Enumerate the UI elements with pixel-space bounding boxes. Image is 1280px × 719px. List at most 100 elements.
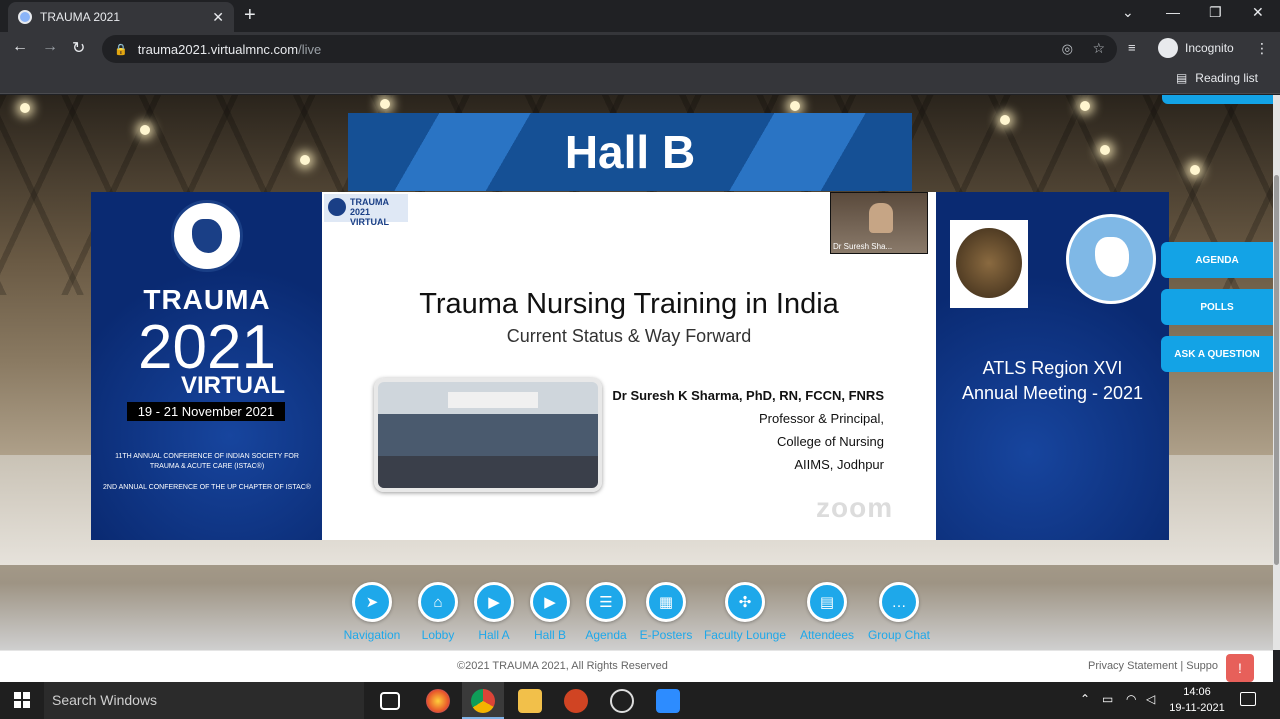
slide-title: Trauma Nursing Training in India	[419, 288, 839, 320]
dock-label: Attendees	[799, 628, 855, 642]
ceiling-light	[140, 125, 150, 135]
dock-label: Hall A	[478, 628, 510, 642]
speaker-video-label: Dr Suresh Sha...	[833, 242, 893, 251]
windows-taskbar: Search Windows ⌃ ▭ ◠ ◁ 14:06 19-11-2021	[0, 682, 1280, 719]
ceiling-light	[1100, 145, 1110, 155]
atls-india-logo-icon	[1066, 214, 1156, 304]
slide-subtitle: Current Status & Way Forward	[506, 326, 752, 346]
back-icon[interactable]: ←	[12, 38, 28, 56]
menu-icon[interactable]: ⋮	[1255, 40, 1269, 57]
notification-icon[interactable]	[1240, 692, 1256, 706]
event-format: VIRTUAL	[181, 372, 285, 399]
page-scrollbar[interactable]	[1273, 95, 1280, 650]
conference-line-2: 2ND ANNUAL CONFERENCE OF THE UP CHAPTER …	[103, 484, 311, 491]
new-tab-icon[interactable]: +	[244, 4, 256, 27]
windows-start-icon[interactable]	[14, 692, 30, 708]
browser-toolbar: ← → ↻ 🔒 trauma2021.virtualmnc.com/live ◎…	[0, 32, 1280, 66]
reading-list-label: Reading list	[1195, 71, 1258, 85]
ceiling-light	[790, 101, 800, 111]
hall-banner: Hall B	[348, 113, 912, 191]
zoom-watermark: zoom	[816, 492, 894, 523]
istac-logo-icon	[171, 200, 243, 272]
reading-list-button[interactable]: ▤ Reading list	[1176, 71, 1266, 85]
reading-list-icon: ▤	[1175, 71, 1188, 85]
forward-icon[interactable]: →	[42, 38, 58, 56]
tab-search-icon[interactable]: ⌄	[1122, 4, 1134, 21]
dock-label: Hall B	[533, 628, 566, 642]
wifi-icon[interactable]: ◠	[1126, 692, 1136, 706]
ask-question-button[interactable]: ASK A QUESTION	[1161, 336, 1273, 372]
side-button-top-edge	[1162, 95, 1273, 104]
dock-navigation[interactable]: ➤ Navigation	[340, 582, 404, 642]
footer-links[interactable]: Privacy Statement | Suppo	[1088, 660, 1218, 672]
browser-tab[interactable]: TRAUMA 2021 ✕	[8, 2, 234, 32]
dock-label: Lobby	[421, 628, 455, 642]
attendees-icon: ▤	[807, 582, 847, 622]
ceiling-light	[380, 99, 390, 109]
speaker-college: College of Nursing	[777, 434, 884, 449]
close-tab-icon[interactable]: ✕	[212, 9, 224, 26]
college-seal-icon	[950, 220, 1028, 308]
dock-label: Navigation	[343, 628, 401, 642]
copyright: ©2021 TRAUMA 2021, All Rights Reserved	[457, 660, 668, 672]
media-queue-icon[interactable]: ≡	[1128, 40, 1136, 55]
incognito-icon	[1158, 38, 1178, 58]
tracking-off-icon[interactable]: ◎	[1062, 41, 1073, 57]
file-explorer-icon[interactable]	[518, 689, 542, 713]
dock-label: E-Posters	[639, 628, 693, 642]
dock-faculty-lounge[interactable]: ✣ Faculty Lounge	[702, 582, 788, 642]
group-chat-icon: …	[879, 582, 919, 622]
atls-line-1: ATLS Region XVI	[982, 358, 1123, 378]
ceiling-light	[300, 155, 310, 165]
system-clock[interactable]: 14:06 19-11-2021	[1166, 684, 1228, 716]
volume-icon[interactable]: ◁	[1146, 692, 1155, 706]
tray-chevron-icon[interactable]: ⌃	[1080, 692, 1090, 706]
dock-lobby[interactable]: ⌂ Lobby	[417, 582, 459, 642]
dock-hall-b[interactable]: ▶ Hall B	[528, 582, 572, 642]
firefox-icon[interactable]	[426, 689, 450, 713]
hall-a-icon: ▶	[474, 582, 514, 622]
agenda-button[interactable]: AGENDA	[1161, 242, 1273, 278]
address-bar[interactable]: 🔒 trauma2021.virtualmnc.com/live ◎ ☆	[102, 35, 1117, 63]
alert-icon[interactable]: !	[1226, 654, 1254, 682]
powerpoint-icon[interactable]	[564, 689, 588, 713]
url-host: trauma2021.virtualmnc.com	[137, 41, 299, 57]
speaker-name: Dr Suresh K Sharma, PhD, RN, FCCN, FNRS	[612, 388, 884, 403]
chrome-icon[interactable]	[471, 689, 495, 713]
scrollbar-thumb[interactable]	[1274, 175, 1279, 565]
ceiling-light	[1000, 115, 1010, 125]
virtual-hall: Hall B TRAUMA 2021 VIRTUAL 19 - 21 Novem…	[0, 95, 1273, 650]
navigation-icon: ➤	[352, 582, 392, 622]
windows-search-box[interactable]: Search Windows	[44, 682, 364, 719]
speaker-institute: AIIMS, Jodhpur	[794, 457, 884, 472]
atls-heading: ATLS Region XVI Annual Meeting - 2021	[936, 356, 1169, 406]
polls-button[interactable]: POLLS	[1161, 289, 1273, 325]
dock-attendees[interactable]: ▤ Attendees	[798, 582, 856, 642]
ceiling-light	[20, 103, 30, 113]
reload-icon[interactable]: ↻	[72, 38, 85, 58]
dock-hall-a[interactable]: ▶ Hall A	[472, 582, 516, 642]
minimize-icon[interactable]: —	[1166, 4, 1180, 20]
faculty-lounge-icon: ✣	[725, 582, 765, 622]
close-window-icon[interactable]: ✕	[1252, 4, 1264, 21]
obs-icon[interactable]	[610, 689, 634, 713]
group-photo	[374, 378, 602, 492]
zoom-icon[interactable]	[656, 689, 680, 713]
dock-e-posters[interactable]: ▦ E-Posters	[639, 582, 693, 642]
dock-label: Agenda	[585, 628, 627, 642]
dock-label: Faculty Lounge	[703, 628, 787, 642]
hall-title: Hall B	[564, 126, 696, 178]
tab-strip: TRAUMA 2021 ✕ + ⌄ — ❐ ✕	[0, 0, 1280, 32]
maximize-icon[interactable]: ❐	[1209, 4, 1222, 21]
hall-b-icon: ▶	[530, 582, 570, 622]
lobby-icon: ⌂	[418, 582, 458, 622]
ceiling-light	[1190, 165, 1200, 175]
battery-icon[interactable]: ▭	[1102, 692, 1113, 706]
task-view-icon[interactable]	[380, 692, 400, 710]
dock-agenda[interactable]: ☰ Agenda	[583, 582, 629, 642]
speaker-video-person	[869, 203, 893, 233]
dock-group-chat[interactable]: … Group Chat	[866, 582, 932, 642]
bookmark-star-icon[interactable]: ☆	[1092, 40, 1105, 57]
incognito-profile[interactable]: Incognito	[1158, 38, 1234, 58]
event-dates: 19 - 21 November 2021	[127, 402, 285, 421]
